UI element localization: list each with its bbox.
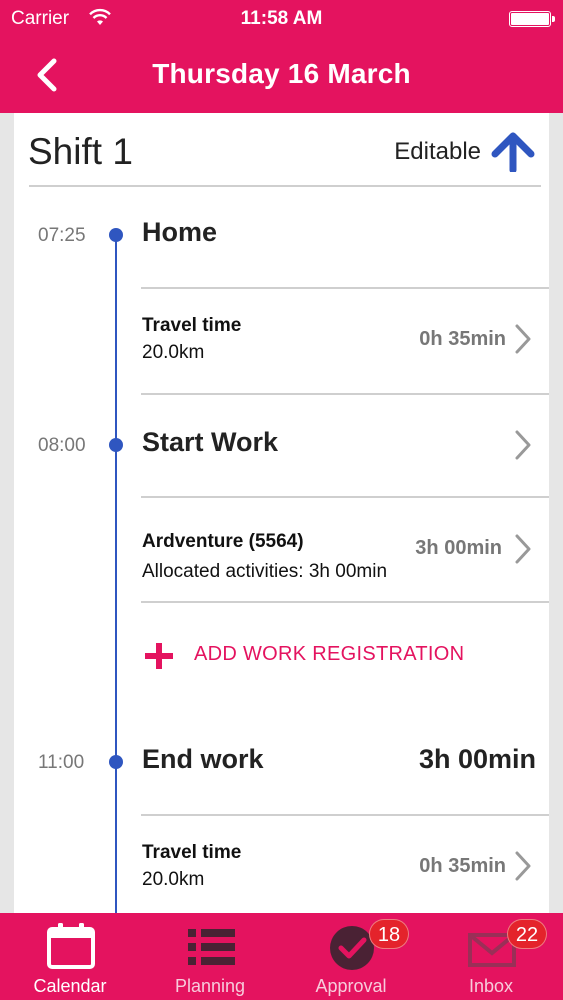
battery-icon bbox=[509, 11, 555, 27]
status-bar: Carrier 11:58 AM bbox=[0, 0, 563, 38]
up-arrow-icon[interactable] bbox=[489, 132, 537, 172]
tab-bar: Calendar Planning 18 Approval 22 Inbox bbox=[0, 913, 563, 1000]
row-value: 3h 00min bbox=[415, 537, 502, 559]
event-title-home: Home bbox=[142, 217, 218, 247]
event-title-end-work: End work bbox=[142, 744, 264, 774]
chevron-right-icon bbox=[515, 851, 531, 881]
tab-label: Inbox bbox=[468, 976, 514, 996]
chevron-right-icon bbox=[515, 534, 531, 564]
end-work-total: 3h 00min bbox=[418, 744, 536, 774]
chevron-right-icon bbox=[515, 430, 531, 460]
tab-planning[interactable]: Planning bbox=[140, 913, 280, 1000]
tab-label: Approval bbox=[315, 976, 387, 996]
tab-label: Calendar bbox=[33, 976, 107, 996]
shift-title: Shift 1 bbox=[28, 131, 133, 172]
divider bbox=[141, 393, 549, 395]
timeline-dot bbox=[109, 755, 123, 769]
row-subtitle: 20.0km bbox=[142, 342, 205, 363]
event-title-start-work: Start Work bbox=[142, 427, 279, 457]
event-time: 11:00 bbox=[38, 752, 85, 773]
shift-card: Shift 1 Editable 07:25 Home Travel time … bbox=[14, 113, 549, 913]
divider bbox=[141, 601, 549, 603]
tab-inbox[interactable]: 22 Inbox bbox=[421, 913, 561, 1000]
add-work-label: ADD WORK REGISTRATION bbox=[194, 643, 465, 665]
row-subtitle: 20.0km bbox=[142, 869, 205, 890]
approval-badge: 18 bbox=[369, 919, 409, 949]
row-value: 0h 35min bbox=[419, 328, 506, 350]
tab-approval[interactable]: 18 Approval bbox=[281, 913, 421, 1000]
tab-label: Planning bbox=[174, 976, 246, 996]
top-bar: Carrier 11:58 AM Thursday 16 March bbox=[0, 0, 563, 113]
chevron-right-icon bbox=[515, 324, 531, 354]
tab-calendar[interactable]: Calendar bbox=[0, 913, 140, 1000]
divider bbox=[141, 496, 549, 498]
timeline-dot bbox=[109, 438, 123, 452]
event-time: 08:00 bbox=[38, 435, 86, 456]
row-title: Travel time bbox=[142, 842, 242, 863]
header-divider bbox=[29, 185, 541, 187]
row-subtitle: Allocated activities: 3h 00min bbox=[142, 561, 388, 582]
status-time: 11:58 AM bbox=[240, 8, 323, 29]
event-time: 07:25 bbox=[38, 225, 86, 246]
row-title: Ardventure (5564) bbox=[142, 531, 304, 552]
divider bbox=[141, 814, 549, 816]
timeline-line bbox=[115, 233, 117, 913]
page-title: Thursday 16 March bbox=[152, 58, 411, 89]
divider bbox=[141, 287, 549, 289]
calendar-icon bbox=[47, 923, 95, 969]
plus-icon bbox=[145, 643, 173, 669]
inbox-badge: 22 bbox=[507, 919, 547, 949]
timeline-dot bbox=[109, 228, 123, 242]
row-value: 0h 35min bbox=[419, 855, 506, 877]
row-title: Travel time bbox=[142, 315, 242, 336]
editable-label: Editable bbox=[394, 138, 481, 165]
list-icon bbox=[188, 929, 235, 965]
